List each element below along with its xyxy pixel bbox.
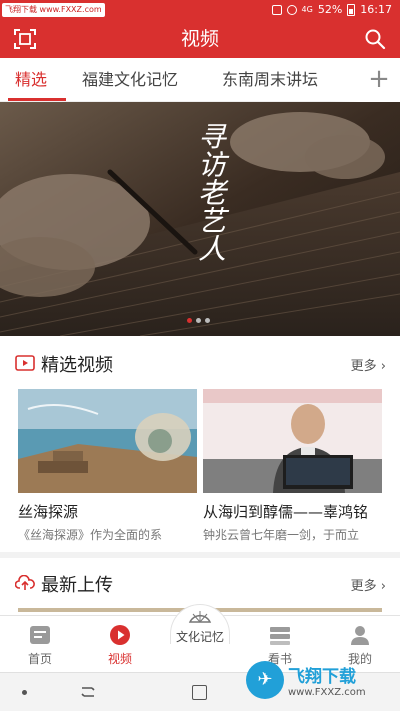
nav-label: 首页 <box>27 652 52 666</box>
video-card[interactable]: 丝海探源 《丝海探源》作为全面的系 <box>18 389 197 543</box>
watermark-logo: ✈ 飞翔下载 www.FXXZ.com <box>246 652 396 708</box>
home-button-icon[interactable] <box>192 685 207 700</box>
video-description: 钟兆云曾七年磨一剑，于而立 <box>203 528 360 542</box>
tab-active-indicator <box>8 98 66 101</box>
tab-featured[interactable]: 精选 <box>15 58 47 102</box>
carousel-dot <box>187 318 192 323</box>
back-dot-icon[interactable] <box>22 690 27 695</box>
carousel-dots <box>187 318 210 323</box>
page-title: 视频 <box>180 28 219 50</box>
person-icon <box>351 626 369 645</box>
featured-section-header: 精选视频 更多 › <box>0 343 400 383</box>
watermark-url: www.FXXZ.com <box>288 687 366 698</box>
tab-fujian-culture-memory[interactable]: 福建文化记忆 <box>82 58 178 102</box>
video-thumbnail <box>203 389 382 493</box>
nav-culture-memory[interactable]: 文化记忆 <box>160 604 240 673</box>
video-play-icon <box>15 355 35 371</box>
clock: 16:17 <box>360 3 392 16</box>
video-description: 《丝海探源》作为全面的系 <box>18 528 163 542</box>
search-icon[interactable] <box>364 28 386 50</box>
watermark-text-block: 飞翔下载 www.FXXZ.com <box>288 662 366 698</box>
nav-home[interactable]: 首页 <box>0 616 80 673</box>
watermark-title: 飞翔下载 <box>288 667 356 687</box>
recent-apps-icon[interactable] <box>80 685 96 699</box>
network-type: 4G <box>301 5 313 14</box>
signal-icon <box>271 4 282 15</box>
app-header: 视频 <box>0 20 400 58</box>
more-link[interactable]: 更多 › <box>351 575 386 594</box>
battery-percent: 52% <box>317 3 343 16</box>
banner-caption-text: 寻访老艺人 <box>194 122 227 262</box>
carousel-dot <box>205 318 210 323</box>
video-thumbnail <box>18 389 197 493</box>
play-circle-icon <box>110 625 130 645</box>
status-bar: 飞翔下载 www.FXXZ.com 4G 52% 16:17 <box>0 0 400 20</box>
more-link[interactable]: 更多 › <box>351 355 386 374</box>
cloud-upload-icon <box>15 575 35 590</box>
add-tab-button[interactable]: + <box>358 58 400 102</box>
thumbnail-image <box>203 389 382 493</box>
banner-caption: 寻访老艺人 <box>180 122 240 262</box>
tab-fade <box>330 58 360 102</box>
banner-carousel[interactable]: 寻访老艺人 <box>0 102 400 336</box>
home-icon <box>30 626 50 644</box>
nav-video[interactable]: 视频 <box>80 616 160 673</box>
nav-label: 视频 <box>107 652 132 666</box>
book-icon <box>270 627 290 645</box>
tab-southeast-weekend-forum[interactable]: 东南周末讲坛 <box>222 58 318 102</box>
battery-icon <box>347 3 356 16</box>
carousel-dot <box>196 318 201 323</box>
more-label: 更多 <box>350 579 377 594</box>
thumbnail-image <box>18 389 197 493</box>
watermark-logo-icon: ✈ <box>246 661 284 699</box>
alarm-icon <box>286 4 297 15</box>
more-label: 更多 <box>350 359 377 374</box>
section-divider <box>0 552 400 558</box>
section-title: 最新上传 <box>41 575 113 596</box>
video-title: 丝海探源 <box>18 503 79 521</box>
status-icons: 4G 52% 16:17 <box>271 3 392 16</box>
video-card[interactable]: 从海归到醇儒——辜鸿铭 钟兆云曾七年磨一剑，于而立 <box>203 389 382 543</box>
nav-label: 文化记忆 <box>175 630 224 644</box>
category-tabs: 精选 福建文化记忆 东南周末讲坛 + <box>0 58 400 102</box>
fan-icon <box>188 611 212 623</box>
section-title: 精选视频 <box>41 355 113 376</box>
video-title: 从海归到醇儒——辜鸿铭 <box>203 503 369 521</box>
latest-section-header: 最新上传 更多 › <box>0 563 400 603</box>
watermark-label: 飞翔下载 www.FXXZ.com <box>2 3 105 17</box>
